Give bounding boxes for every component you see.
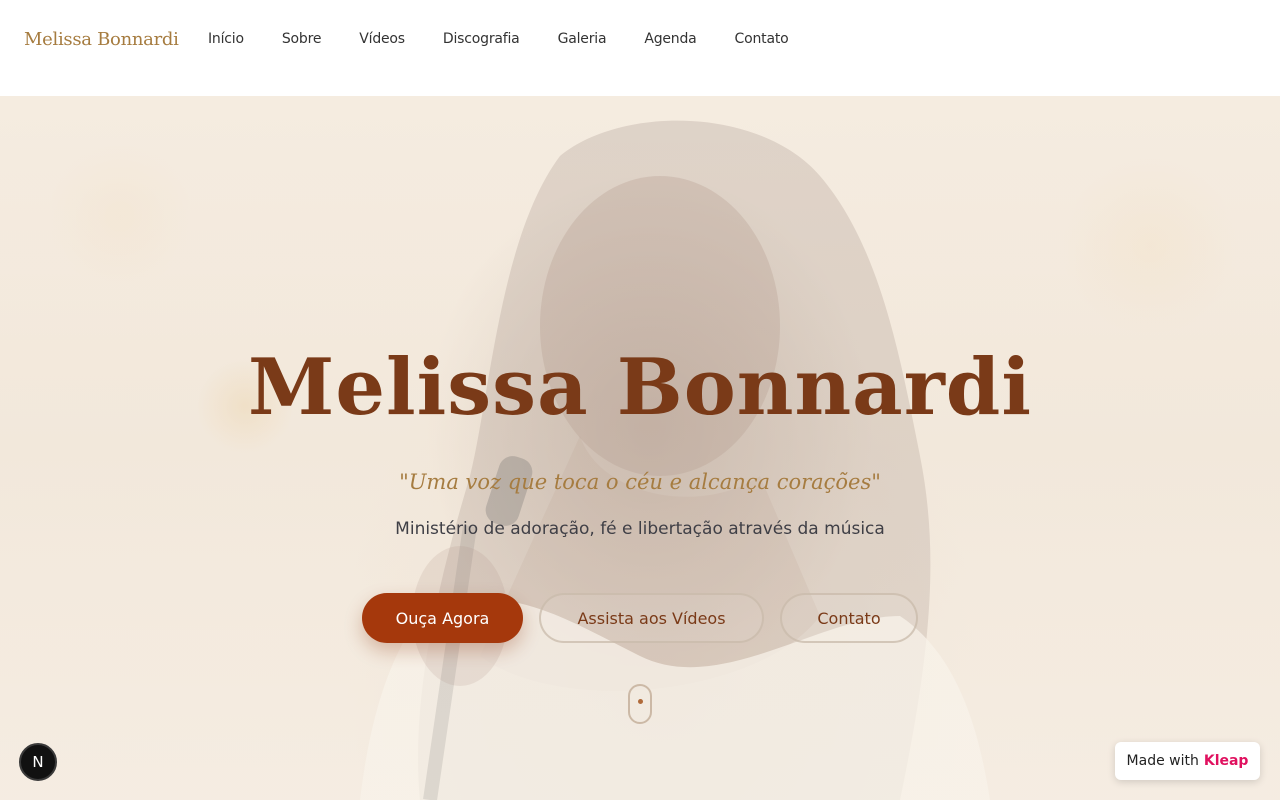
- hero-subtitle: Ministério de adoração, fé e libertação …: [395, 519, 885, 539]
- site-header: Melissa Bonnardi Início Sobre Vídeos Dis…: [0, 0, 1280, 96]
- main-nav: Início Sobre Vídeos Discografia Galeria …: [208, 31, 826, 47]
- contact-button[interactable]: Contato: [780, 593, 918, 643]
- watch-videos-button[interactable]: Assista aos Vídeos: [539, 593, 764, 643]
- made-with-prefix: Made with: [1126, 753, 1199, 769]
- hero-title: Melissa Bonnardi: [248, 342, 1032, 433]
- site-logo[interactable]: Melissa Bonnardi: [24, 29, 179, 50]
- hero-quote: "Uma voz que toca o céu e alcança coraçõ…: [399, 470, 881, 494]
- nav-link-sobre[interactable]: Sobre: [282, 31, 322, 47]
- nav-link-galeria[interactable]: Galeria: [558, 31, 607, 47]
- scroll-indicator[interactable]: [628, 684, 652, 724]
- nextjs-badge-label: N: [32, 753, 44, 771]
- scroll-dot: [638, 699, 643, 704]
- listen-now-button[interactable]: Ouça Agora: [362, 593, 523, 643]
- made-with-kleap-badge[interactable]: Made with Kleap: [1115, 742, 1260, 780]
- nav-link-contato[interactable]: Contato: [735, 31, 789, 47]
- nav-link-discografia[interactable]: Discografia: [443, 31, 520, 47]
- nav-link-inicio[interactable]: Início: [208, 31, 244, 47]
- kleap-brand: Kleap: [1203, 753, 1249, 769]
- nextjs-badge[interactable]: N: [19, 743, 57, 781]
- nav-link-videos[interactable]: Vídeos: [359, 31, 405, 47]
- hero-section: Melissa Bonnardi "Uma voz que toca o céu…: [0, 96, 1280, 800]
- nav-link-agenda[interactable]: Agenda: [644, 31, 696, 47]
